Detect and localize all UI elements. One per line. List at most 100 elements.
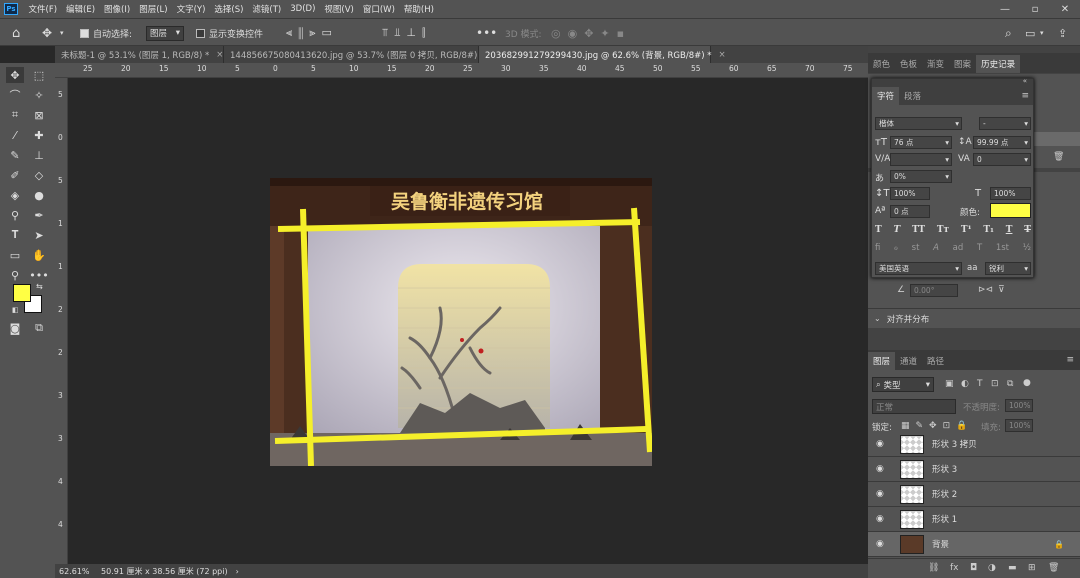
crop-tool-icon[interactable]: ⌗ xyxy=(6,107,24,123)
ordinals-button[interactable]: 1st xyxy=(996,243,1009,253)
show-transform-checkbox[interactable]: 显示变换控件 xyxy=(196,19,263,47)
pixel-filter-icon[interactable]: ▣ xyxy=(945,379,954,389)
tracking-field[interactable]: 0 ▾ xyxy=(973,153,1031,166)
rectangle-tool-icon[interactable]: ▭ xyxy=(6,247,24,263)
menu-filter[interactable]: 滤镜(T) xyxy=(248,3,286,15)
superscript-button[interactable]: T¹ xyxy=(961,225,972,235)
layer-filter-dropdown[interactable]: ⌕ 类型 ▾ xyxy=(872,377,934,392)
path-select-icon[interactable]: ➤ xyxy=(30,227,48,243)
tab-layers[interactable]: 图层 xyxy=(868,352,896,370)
fill-field[interactable]: 100% xyxy=(1005,419,1033,432)
tab-document-1[interactable]: 未标题-1 @ 53.1% (图层 1, RGB/8) * × xyxy=(55,46,224,63)
visibility-eye-icon[interactable]: ◉ xyxy=(876,489,886,499)
menu-file[interactable]: 文件(F) xyxy=(24,3,62,15)
hand-tool-icon[interactable]: ✋ xyxy=(30,247,48,263)
more-tools-icon[interactable]: ••• xyxy=(29,267,48,283)
stylistic-alternates-button[interactable]: ad xyxy=(953,243,964,253)
share-icon[interactable]: ⇪ xyxy=(1058,19,1067,47)
discretionary-ligatures-button[interactable]: st xyxy=(912,243,920,253)
layer-row[interactable]: ◉ 形状 3 xyxy=(868,457,1080,482)
tab-channels[interactable]: 通道 xyxy=(895,352,922,370)
new-layer-icon[interactable]: ⊞ xyxy=(1028,563,1036,573)
screen-mode-icon[interactable]: ⧉ xyxy=(30,320,48,336)
close-icon[interactable]: × xyxy=(719,50,726,60)
ligatures-button[interactable]: fi xyxy=(875,243,880,253)
visibility-eye-icon[interactable]: ◉ xyxy=(876,464,886,474)
menu-type[interactable]: 文字(Y) xyxy=(172,3,210,15)
language-dropdown[interactable]: 美国英语 ▾ xyxy=(875,262,962,275)
frame-tool-icon[interactable]: ⊠ xyxy=(30,107,48,123)
kerning-field[interactable]: ▾ xyxy=(890,153,952,166)
menu-layer[interactable]: 图层(L) xyxy=(135,3,172,15)
pen-tool-icon[interactable]: ✒ xyxy=(30,207,48,223)
3d-mode-icons[interactable]: ◎◉✥✦▪ xyxy=(551,19,631,47)
mask-icon[interactable]: ◘ xyxy=(970,563,977,573)
adjustment-icon[interactable]: ◑ xyxy=(988,563,996,573)
tab-document-2[interactable]: 1448566750804136​20.jpg @ 53.7% (图层 0 拷贝… xyxy=(224,46,498,63)
contextual-alternates-button[interactable]: ℴ xyxy=(894,243,898,253)
tab-document-3[interactable]: 2036829912792994​30.jpg @ 62.6% (背景, RGB… xyxy=(479,46,726,63)
all-caps-button[interactable]: TT xyxy=(912,225,925,235)
move-tool-icon[interactable]: ✥ xyxy=(6,67,24,83)
menu-edit[interactable]: 编辑(E) xyxy=(62,3,100,15)
history-state[interactable] xyxy=(1034,132,1080,146)
type-tool-icon[interactable]: 𝐓 xyxy=(6,227,24,243)
align-section-header[interactable]: ⌄ 对齐并分布 xyxy=(868,308,1080,328)
lock-icons[interactable]: ▦✎✥⊡🔒 xyxy=(901,421,973,431)
subscript-button[interactable]: T₁ xyxy=(983,225,994,235)
auto-select-dropdown[interactable]: 图层 ▾ xyxy=(146,19,184,47)
horizontal-scale-field[interactable]: 100% xyxy=(990,187,1031,200)
angle-field[interactable]: 0.00° xyxy=(910,284,958,297)
marquee-tool-icon[interactable]: ⬚ xyxy=(30,67,48,83)
chevron-down-icon[interactable]: ▾ xyxy=(60,19,64,47)
visibility-eye-icon[interactable]: ◉ xyxy=(876,514,886,524)
minimize-icon[interactable]: — xyxy=(990,0,1020,18)
leading-field[interactable]: 99.99 点 ▾ xyxy=(973,136,1031,149)
trash-icon[interactable]: 🗑 xyxy=(1053,152,1064,162)
tab-paths[interactable]: 路径 xyxy=(922,352,949,370)
font-family-dropdown[interactable]: 楷体 ▾ xyxy=(875,117,962,130)
fractions-button[interactable]: ½ xyxy=(1023,243,1031,253)
type-filter-icon[interactable]: T xyxy=(977,379,983,389)
shape-filter-icon[interactable]: ⊡ xyxy=(991,379,999,389)
visibility-eye-icon[interactable]: ◉ xyxy=(876,439,886,449)
brush-tool-icon[interactable]: ✎ xyxy=(6,147,24,163)
font-style-dropdown[interactable]: - ▾ xyxy=(979,117,1031,130)
more-options-icon[interactable]: ••• xyxy=(476,19,497,47)
eyedropper-icon[interactable]: ⁄ xyxy=(6,127,24,143)
search-icon[interactable]: ⌕ xyxy=(1005,19,1012,47)
close-icon[interactable]: ✕ xyxy=(1050,0,1080,18)
move-tool-icon[interactable]: ✥ xyxy=(42,19,52,47)
close-icon[interactable]: × xyxy=(216,50,223,60)
visibility-eye-icon[interactable]: ◉ xyxy=(876,539,886,549)
flip-vertical-icon[interactable]: ⊽ xyxy=(998,285,1005,295)
blend-mode-dropdown[interactable]: 正常 xyxy=(872,399,956,414)
titling-alternates-button[interactable]: T xyxy=(977,243,982,253)
menu-window[interactable]: 窗口(W) xyxy=(358,3,399,15)
panel-grip[interactable]: « xyxy=(872,77,1033,86)
lasso-tool-icon[interactable]: ⌒ xyxy=(6,87,24,103)
zoom-tool-icon[interactable]: ⚲ xyxy=(6,267,24,283)
menu-image[interactable]: 图像(I) xyxy=(100,3,135,15)
faux-italic-button[interactable]: T xyxy=(893,225,900,235)
fx-icon[interactable]: fx xyxy=(950,563,959,573)
status-arrow-icon[interactable]: › xyxy=(236,567,239,576)
adjustment-filter-icon[interactable]: ◐ xyxy=(961,379,969,389)
default-colors-icon[interactable]: ◧ xyxy=(12,306,19,314)
strikethrough-button[interactable]: T xyxy=(1024,225,1031,235)
small-caps-button[interactable]: Tт xyxy=(937,225,949,235)
workspace-icon[interactable]: ▭ xyxy=(1025,19,1035,47)
panel-menu-icon[interactable]: ≡ xyxy=(1066,355,1074,365)
align-buttons[interactable]: ⫷⫼⫸▭ xyxy=(286,19,338,47)
layer-row-selected[interactable]: ◉ 背景 🔒 xyxy=(868,532,1080,557)
eraser-icon[interactable]: ◇ xyxy=(30,167,48,183)
lock-icon[interactable]: 🔒 xyxy=(1054,540,1064,549)
home-icon[interactable]: ⌂ xyxy=(12,19,20,47)
trash-icon[interactable]: 🗑 xyxy=(1048,563,1059,573)
folder-icon[interactable]: ▬ xyxy=(1008,563,1017,573)
menu-select[interactable]: 选择(S) xyxy=(210,3,248,15)
paint-bucket-icon[interactable]: ◈ xyxy=(6,187,24,203)
baseline-shift-field[interactable]: 0 点 xyxy=(890,205,930,218)
smart-filter-icon[interactable]: ⧉ xyxy=(1007,379,1013,389)
healing-brush-icon[interactable]: ✚ xyxy=(30,127,48,143)
